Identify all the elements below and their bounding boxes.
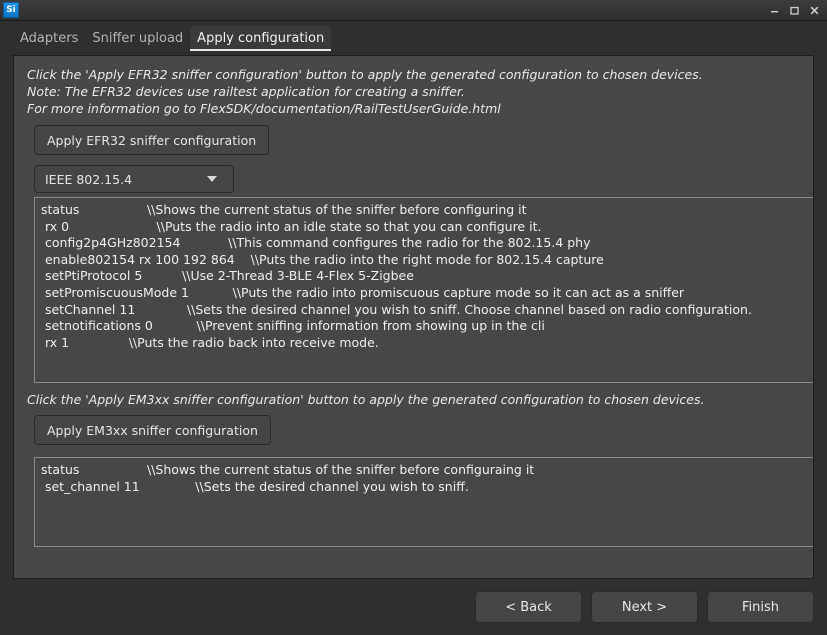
minimize-icon[interactable] — [765, 2, 783, 18]
efr32-command-line: status \\Shows the current status of the… — [41, 202, 807, 219]
chevron-down-icon — [207, 176, 217, 182]
title-bar: Si — [0, 0, 827, 21]
efr32-command-line: setPtiProtocol 5 \\Use 2-Thread 3-BLE 4-… — [41, 268, 807, 285]
next-button[interactable]: Next > — [591, 591, 698, 623]
apply-efr32-sniffer-configuration-button[interactable]: Apply EFR32 sniffer configuration — [34, 125, 269, 155]
efr32-command-line: enable802154 rx 100 192 864 \\Puts the r… — [41, 252, 807, 269]
em3xx-commands-textarea[interactable]: status \\Shows the current status of the… — [34, 457, 814, 547]
efr32-commands-textarea[interactable]: status \\Shows the current status of the… — [34, 197, 814, 383]
apply-em3xx-sniffer-configuration-button[interactable]: Apply EM3xx sniffer configuration — [34, 415, 271, 445]
app-icon: Si — [3, 2, 19, 18]
efr32-command-line: setChannel 11 \\Sets the desired channel… — [41, 302, 807, 319]
efr32-info-text: Click the 'Apply EFR32 sniffer configura… — [27, 66, 703, 117]
tab-adapters[interactable]: Adapters — [13, 26, 85, 51]
wizard-footer: < Back Next > Finish — [0, 579, 827, 635]
window-controls — [765, 0, 823, 20]
efr32-info-line-2: Note: The EFR32 devices use railtest app… — [27, 83, 703, 100]
finish-button[interactable]: Finish — [707, 591, 814, 623]
application-window: Si Adapters Sniffer upload Apply configu… — [0, 0, 827, 635]
tab-sniffer-upload[interactable]: Sniffer upload — [85, 26, 190, 51]
efr32-command-line: config2p4GHz802154 \\This command config… — [41, 235, 807, 252]
maximize-icon[interactable] — [785, 2, 803, 18]
em3xx-info-line: Click the 'Apply EM3xx sniffer configura… — [27, 391, 704, 408]
em3xx-command-line: status \\Shows the current status of the… — [41, 462, 807, 479]
tab-bar: Adapters Sniffer upload Apply configurat… — [0, 21, 827, 51]
tab-apply-configuration[interactable]: Apply configuration — [190, 26, 331, 51]
efr32-command-line: rx 0 \\Puts the radio into an idle state… — [41, 219, 807, 236]
close-icon[interactable] — [805, 2, 823, 18]
efr32-command-line: setnotifications 0 \\Prevent sniffing in… — [41, 318, 807, 335]
em3xx-command-line: set_channel 11 \\Sets the desired channe… — [41, 479, 807, 496]
efr32-command-line: rx 1 \\Puts the radio back into receive … — [41, 335, 807, 352]
efr32-info-line-3: For more information go to FlexSDK/docum… — [27, 100, 703, 117]
efr32-info-line-1: Click the 'Apply EFR32 sniffer configura… — [27, 66, 703, 83]
back-button[interactable]: < Back — [475, 591, 582, 623]
apply-configuration-panel: Click the 'Apply EFR32 sniffer configura… — [13, 55, 814, 579]
efr32-protocol-select[interactable]: IEEE 802.15.4 — [34, 165, 234, 193]
efr32-command-line: setPromiscuousMode 1 \\Puts the radio in… — [41, 285, 807, 302]
efr32-protocol-select-value: IEEE 802.15.4 — [45, 172, 132, 187]
